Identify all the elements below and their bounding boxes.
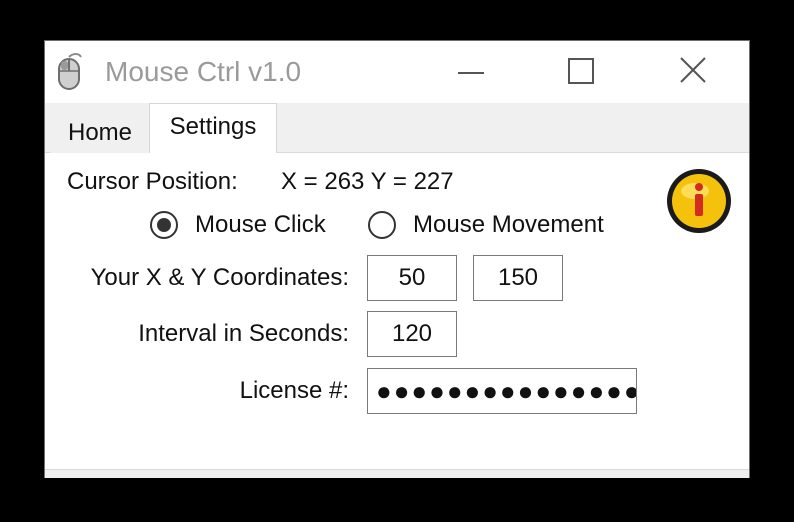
y-coordinate-input[interactable]: 150 (473, 255, 563, 301)
mouse-click-label[interactable]: Mouse Click (195, 210, 326, 240)
mouse-movement-radio[interactable] (367, 210, 397, 240)
license-input[interactable]: ●●●●●●●●●●●●●●● (367, 368, 637, 414)
info-icon[interactable] (665, 167, 733, 235)
interval-input[interactable]: 120 (367, 311, 457, 357)
x-coordinate-input[interactable]: 50 (367, 255, 457, 301)
maximize-icon (568, 58, 594, 84)
coordinates-label: Your X & Y Coordinates: (90, 264, 349, 291)
mouse-click-radio[interactable] (149, 210, 179, 240)
settings-panel: Cursor Position: X = 263 Y = 227 Mouse C… (45, 153, 749, 468)
tab-home[interactable]: Home (51, 113, 149, 153)
close-icon (680, 57, 706, 83)
title-bar[interactable]: Mouse Ctrl v1.0 (45, 41, 749, 103)
minimize-button[interactable] (441, 49, 501, 93)
mouse-icon (53, 51, 85, 91)
window-bottom-edge (45, 469, 749, 478)
tab-strip: Home Settings (45, 103, 749, 154)
interval-label: Interval in Seconds: (138, 320, 349, 347)
cursor-position-label: Cursor Position: (67, 168, 238, 195)
maximize-button[interactable] (551, 49, 611, 93)
tab-settings[interactable]: Settings (149, 103, 277, 154)
minimize-icon (458, 72, 484, 74)
cursor-position-value: X = 263 Y = 227 (281, 168, 454, 195)
mouse-movement-label[interactable]: Mouse Movement (413, 210, 604, 240)
close-button[interactable] (663, 49, 723, 93)
license-label: License #: (239, 377, 349, 404)
app-window: Mouse Ctrl v1.0 Home Settings Cursor Pos… (44, 40, 750, 478)
window-title: Mouse Ctrl v1.0 (105, 56, 302, 87)
